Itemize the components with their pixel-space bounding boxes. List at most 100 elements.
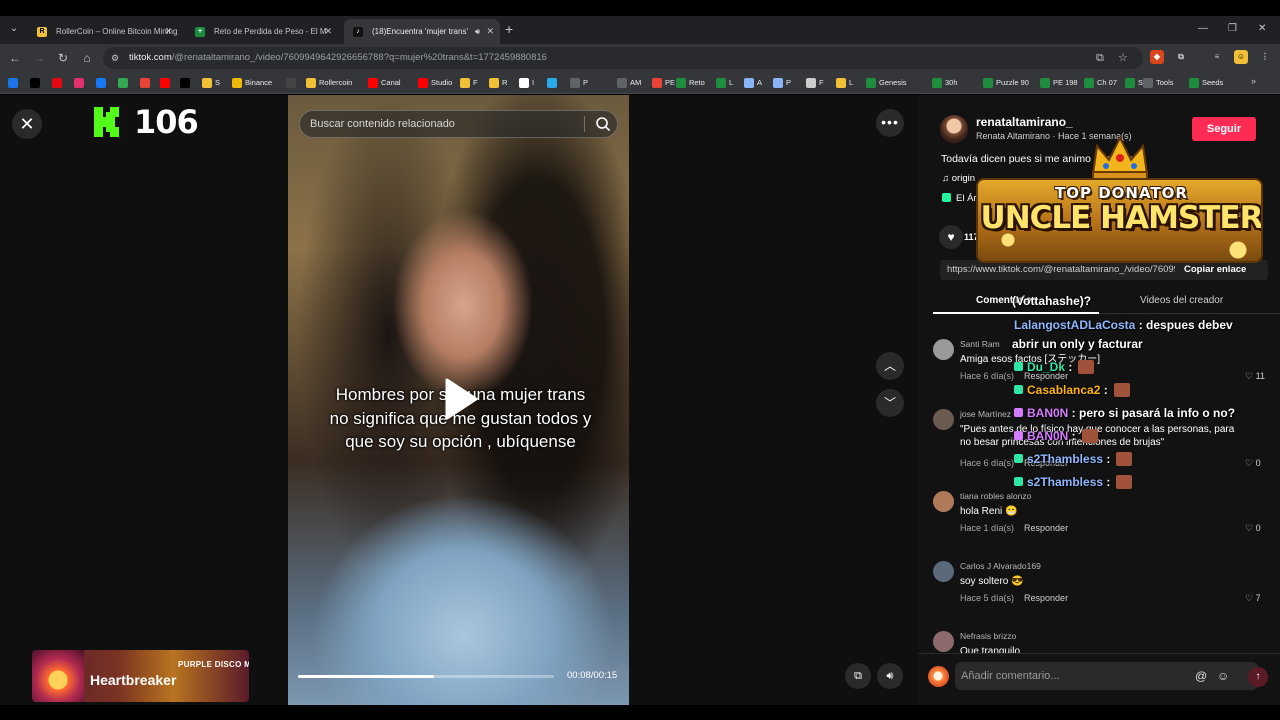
- bookmark-item[interactable]: R: [489, 76, 507, 90]
- bookmark-item[interactable]: Reto: [676, 76, 705, 90]
- like-button[interactable]: ♥: [939, 225, 963, 249]
- speaker-icon[interactable]: 🔊︎: [475, 19, 480, 44]
- bookmark-item[interactable]: Seeds: [1189, 76, 1223, 90]
- bookmark-item[interactable]: L: [716, 76, 733, 90]
- bookmark-item[interactable]: Tools: [1143, 76, 1174, 90]
- send-comment-button[interactable]: ↑: [1248, 667, 1268, 687]
- bookmark-item[interactable]: [8, 76, 21, 90]
- follow-button[interactable]: Seguir: [1192, 117, 1256, 141]
- window-close-icon[interactable]: ✕: [1258, 21, 1266, 37]
- media-control-icon[interactable]: ≡: [1210, 50, 1224, 64]
- bookmark-item[interactable]: I: [519, 76, 534, 90]
- volume-icon[interactable]: 🔊︎: [877, 663, 903, 689]
- bookmark-item[interactable]: [52, 76, 65, 90]
- home-icon[interactable]: ⌂: [79, 49, 95, 67]
- bookmark-item[interactable]: Studio: [418, 76, 452, 90]
- url-text[interactable]: tiktok.com/@renataltamirano_/video/76099…: [129, 47, 547, 69]
- commenter-name[interactable]: Santi Ram: [960, 339, 1000, 349]
- site-info-icon[interactable]: ⚙: [111, 51, 123, 65]
- bookmark-item[interactable]: [96, 76, 109, 90]
- bookmark-item[interactable]: Puzzle 90: [983, 76, 1029, 90]
- tab-tiktok[interactable]: ♪ (18)Encuentra 'mujer trans' 🔊︎ ✕: [344, 19, 500, 44]
- comment-like-button[interactable]: ♡ 0: [1245, 523, 1261, 534]
- bookmark-item[interactable]: [180, 76, 193, 90]
- bookmark-item[interactable]: PE: [652, 76, 675, 90]
- creator-username[interactable]: renataltamirano_: [976, 115, 1073, 129]
- bookmark-item[interactable]: F: [460, 76, 478, 90]
- back-icon[interactable]: ←: [7, 49, 23, 67]
- minimize-icon[interactable]: —: [1198, 21, 1208, 37]
- reply-button[interactable]: Responder: [1024, 523, 1068, 533]
- commenter-avatar[interactable]: [933, 631, 954, 652]
- share-link-url[interactable]: https://www.tiktok.com/@renataltamirano_…: [947, 260, 1175, 280]
- address-bar[interactable]: ⚙ tiktok.com/@renataltamirano_/video/760…: [103, 47, 1143, 69]
- more-options-button[interactable]: •••: [876, 109, 904, 137]
- bookmarks-overflow-icon[interactable]: »: [1251, 76, 1256, 86]
- mention-icon[interactable]: @: [1195, 668, 1207, 684]
- original-sound-link[interactable]: ♫ origin: [942, 173, 975, 184]
- commenter-avatar[interactable]: [933, 339, 954, 360]
- next-video-button[interactable]: ﹀: [876, 389, 904, 417]
- bookmark-item[interactable]: L: [836, 76, 853, 90]
- new-tab-icon[interactable]: +: [505, 21, 513, 37]
- bookmark-item[interactable]: S: [1125, 76, 1143, 90]
- bookmark-item[interactable]: PE 198: [1040, 76, 1078, 90]
- mini-player-icon[interactable]: ⧉: [845, 663, 871, 689]
- tab-creator-videos[interactable]: Videos del creador: [1140, 295, 1223, 306]
- commenter-avatar[interactable]: [933, 561, 954, 582]
- bookmark-item[interactable]: A: [744, 76, 762, 90]
- bookmark-star-icon[interactable]: ☆: [1118, 51, 1128, 65]
- commenter-avatar[interactable]: [933, 409, 954, 430]
- close-tab-icon[interactable]: ✕: [486, 19, 494, 44]
- bookmark-item[interactable]: 30h: [932, 76, 958, 90]
- bookmark-item[interactable]: Binance: [232, 76, 272, 90]
- commenter-name[interactable]: tiana robles alonzo: [960, 491, 1031, 501]
- close-video-button[interactable]: ✕: [12, 109, 42, 139]
- emoji-icon[interactable]: ☺: [1217, 668, 1229, 684]
- bookmark-item[interactable]: [286, 76, 299, 90]
- comment-like-button[interactable]: ♡ 0: [1245, 458, 1261, 469]
- creator-avatar[interactable]: [940, 115, 968, 143]
- related-search-box[interactable]: Buscar contenido relacionado: [299, 110, 618, 138]
- bookmark-item[interactable]: Genesis: [866, 76, 907, 90]
- bookmark-item[interactable]: P: [570, 76, 588, 90]
- close-tab-icon[interactable]: ✕: [164, 19, 172, 44]
- bookmark-item[interactable]: [140, 76, 153, 90]
- reload-icon[interactable]: ↻: [55, 49, 71, 67]
- play-icon[interactable]: [443, 377, 479, 421]
- commenter-name[interactable]: Carlos J Alvarado169: [960, 561, 1041, 571]
- bookmark-item[interactable]: [74, 76, 87, 90]
- bookmark-item[interactable]: Ch 07: [1084, 76, 1117, 90]
- profile-avatar-icon[interactable]: ☺: [1234, 50, 1248, 64]
- extension-fox-icon[interactable]: ◆: [1150, 50, 1164, 64]
- comment-like-button[interactable]: ♡ 7: [1245, 593, 1261, 604]
- comment-input[interactable]: Añadir comentario... @ ☺: [955, 662, 1258, 690]
- tab-rollercoin[interactable]: R RollerCoin – Online Bitcoin Mining ✕: [28, 19, 178, 44]
- bookmark-item[interactable]: Rollercoin: [306, 76, 352, 90]
- bookmark-item[interactable]: [30, 76, 43, 90]
- commenter-name[interactable]: jose Martínez: [960, 409, 1011, 419]
- commenter-name[interactable]: Nefrasis brizzo: [960, 631, 1016, 641]
- bookmark-item[interactable]: AM: [617, 76, 641, 90]
- search-icon[interactable]: [595, 116, 611, 132]
- reply-button[interactable]: Responder: [1024, 593, 1068, 603]
- commenter-avatar[interactable]: [933, 491, 954, 512]
- install-app-icon[interactable]: ⧉: [1096, 51, 1104, 65]
- video-player[interactable]: Buscar contenido relacionado Hombres por…: [288, 95, 629, 705]
- copy-link-button[interactable]: Copiar enlace: [1184, 260, 1246, 280]
- bookmark-item[interactable]: [547, 76, 560, 90]
- tab-search-chevron-icon[interactable]: ⌄: [6, 21, 22, 37]
- tab-reto-peso[interactable]: + Reto de Perdida de Peso - El M ✕: [186, 19, 338, 44]
- forward-icon[interactable]: →: [31, 49, 47, 67]
- close-tab-icon[interactable]: ✕: [324, 19, 332, 44]
- previous-video-button[interactable]: ︿: [876, 352, 904, 380]
- bookmark-item[interactable]: F: [806, 76, 824, 90]
- browser-menu-icon[interactable]: ⋮: [1258, 50, 1272, 64]
- location-link[interactable]: El Ár: [942, 193, 977, 204]
- video-progress-bar[interactable]: [298, 675, 554, 678]
- bookmark-item[interactable]: [118, 76, 131, 90]
- bookmark-item[interactable]: [160, 76, 173, 90]
- bookmark-item[interactable]: P: [773, 76, 791, 90]
- restore-icon[interactable]: ❐: [1228, 21, 1237, 37]
- extensions-puzzle-icon[interactable]: ⧉: [1174, 50, 1188, 64]
